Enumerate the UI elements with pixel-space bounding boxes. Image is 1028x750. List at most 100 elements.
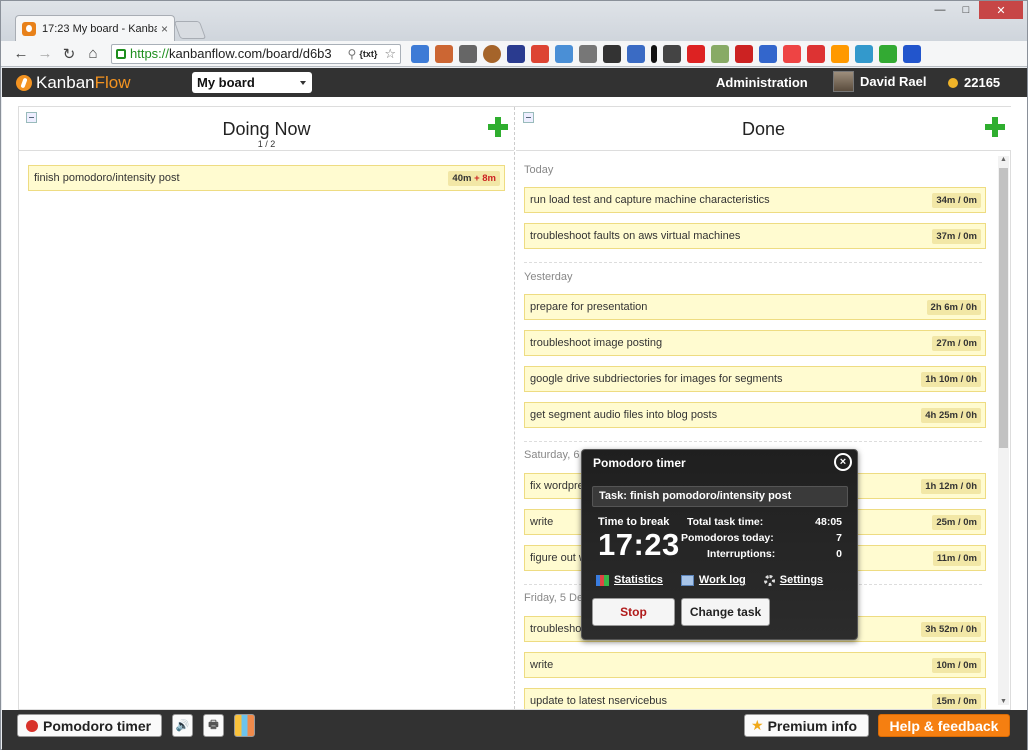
tab-close-icon[interactable]: ×	[161, 22, 168, 36]
extension-icon[interactable]	[483, 44, 501, 63]
browser-tab[interactable]: 17:23 My board - KanbanF ×	[15, 15, 175, 41]
extension-icon[interactable]	[879, 44, 897, 63]
task-time: 2h 6m / 0h	[926, 300, 981, 315]
kanbanflow-logo[interactable]: Kanban Flow	[16, 73, 131, 93]
extension-icon[interactable]	[579, 44, 597, 63]
column-header: Done	[516, 107, 1011, 151]
search-icon[interactable]: ⚲	[348, 47, 357, 61]
group-label: Yesterday	[524, 271, 573, 283]
extension-icon[interactable]	[735, 44, 753, 63]
statistics-icon	[596, 574, 609, 586]
extension-icon[interactable]	[459, 44, 477, 63]
close-icon[interactable]: ×	[834, 453, 852, 471]
back-arrow-icon[interactable]: ←	[9, 43, 33, 65]
extension-icon[interactable]	[783, 44, 801, 63]
task-time: 37m / 0m	[932, 229, 981, 244]
extension-icon[interactable]	[711, 44, 729, 63]
task-time: 15m / 0m	[932, 694, 981, 709]
extension-icon[interactable]	[531, 44, 549, 63]
extension-icon[interactable]	[411, 44, 429, 63]
task-time: 11m / 0m	[932, 551, 981, 566]
task-card[interactable]: finish pomodoro/intensity post 40m + 8m	[28, 165, 505, 191]
window-close-button[interactable]: ✕	[979, 1, 1023, 19]
board-select-value: My board	[197, 75, 255, 90]
reload-icon[interactable]: ↻	[57, 43, 81, 65]
task-name: prepare for presentation	[530, 301, 648, 313]
forward-arrow-icon[interactable]: →	[33, 43, 57, 65]
extension-icon[interactable]	[663, 44, 681, 63]
points-display[interactable]: 22165	[948, 75, 1000, 90]
task-time: 4h 25m / 0h	[921, 408, 981, 423]
extension-icon[interactable]	[627, 44, 645, 63]
task-time: 1h 12m / 0h	[921, 479, 981, 494]
board-select[interactable]: My board	[192, 72, 312, 93]
gear-icon	[763, 574, 775, 586]
medal-icon	[948, 77, 958, 88]
extension-icon[interactable]	[435, 44, 453, 63]
current-task: Task: finish pomodoro/intensity post	[592, 486, 848, 507]
address-bar[interactable]: https:// kanbanflow.com/board/d6b3 ⚲ {tx…	[111, 43, 401, 64]
work-log-link[interactable]: Work log	[680, 574, 746, 586]
column-title: Done	[741, 119, 786, 139]
extension-icon[interactable]	[555, 44, 573, 63]
task-card[interactable]: write 10m / 0m	[524, 652, 986, 678]
change-task-button[interactable]: Change task	[681, 598, 770, 626]
scroll-up-icon[interactable]: ▲	[1000, 156, 1007, 163]
extension-icon[interactable]	[687, 44, 705, 63]
scrollbar[interactable]: ▲ ▼	[998, 156, 1009, 705]
tab-title: 17:23 My board - KanbanF	[42, 22, 157, 35]
extension-icon[interactable]	[903, 44, 921, 63]
settings-link[interactable]: Settings	[763, 574, 823, 586]
task-name: finish pomodoro/intensity post	[34, 172, 180, 184]
add-task-icon[interactable]	[985, 117, 1005, 137]
extension-icon[interactable]	[759, 44, 777, 63]
extension-icon[interactable]	[831, 44, 849, 63]
task-time: 1h 10m / 0h	[921, 372, 981, 387]
print-button[interactable]: 🖶	[203, 714, 224, 737]
timer-stats: Total task time: 48:05 Pomodoros today: …	[681, 516, 842, 564]
premium-info-button[interactable]: ★ Premium info	[744, 714, 869, 737]
stop-button[interactable]: Stop	[592, 598, 675, 626]
task-card[interactable]: google drive subdriectories for images f…	[524, 366, 986, 392]
extension-icon[interactable]	[651, 44, 657, 63]
user-name: David Rael	[860, 74, 927, 89]
task-card[interactable]: update to latest nservicebus 15m / 0m	[524, 688, 986, 709]
user-menu[interactable]: David Rael	[833, 71, 926, 92]
group-divider	[524, 262, 982, 263]
task-card[interactable]: get segment audio files into blog posts …	[524, 402, 986, 428]
pomodoro-timer-button[interactable]: Pomodoro timer	[17, 714, 162, 737]
browser-toolbar: ← → ↻ ⌂ https:// kanbanflow.com/board/d6…	[1, 41, 1027, 67]
task-card[interactable]: prepare for presentation 2h 6m / 0h	[524, 294, 986, 320]
extension-icon[interactable]	[507, 44, 525, 63]
administration-link[interactable]: Administration	[716, 75, 808, 90]
restore-button[interactable]: □	[953, 1, 979, 19]
add-task-icon[interactable]	[488, 117, 508, 137]
task-name: finish pomodoro/intensity post	[629, 490, 792, 502]
home-icon[interactable]: ⌂	[81, 43, 105, 65]
window-controls: — □ ✕	[927, 1, 1023, 21]
total-task-time-label: Total task time:	[687, 516, 764, 528]
scrollbar-thumb[interactable]	[999, 168, 1008, 448]
task-time: 3h 52m / 0h	[921, 622, 981, 637]
bookmark-star-icon[interactable]: ☆	[384, 46, 396, 62]
task-card[interactable]: troubleshoot image posting 27m / 0m	[524, 330, 986, 356]
collapse-column-icon[interactable]	[523, 112, 534, 123]
help-feedback-button[interactable]: Help & feedback	[878, 714, 1010, 737]
collapse-column-icon[interactable]	[26, 112, 37, 123]
scroll-down-icon[interactable]: ▼	[1000, 698, 1007, 705]
extension-icon[interactable]	[807, 44, 825, 63]
dropdown-caret-icon	[300, 81, 306, 85]
color-legend-button[interactable]	[234, 714, 255, 737]
logo-kanban-text: Kanban	[36, 72, 95, 92]
new-tab-button[interactable]	[173, 21, 207, 39]
task-name: troubleshoot faults on aws virtual machi…	[530, 230, 741, 242]
task-card[interactable]: troubleshoot faults on aws virtual machi…	[524, 223, 986, 249]
sound-button[interactable]: 🔊	[172, 714, 193, 737]
statistics-link[interactable]: Statistics	[596, 574, 663, 586]
txt-extension-label[interactable]: {txt}	[359, 49, 377, 59]
extension-icon[interactable]	[855, 44, 873, 63]
minimize-button[interactable]: —	[927, 1, 953, 19]
extension-icons	[411, 44, 921, 63]
extension-icon[interactable]	[603, 44, 621, 63]
task-card[interactable]: run load test and capture machine charac…	[524, 187, 986, 213]
